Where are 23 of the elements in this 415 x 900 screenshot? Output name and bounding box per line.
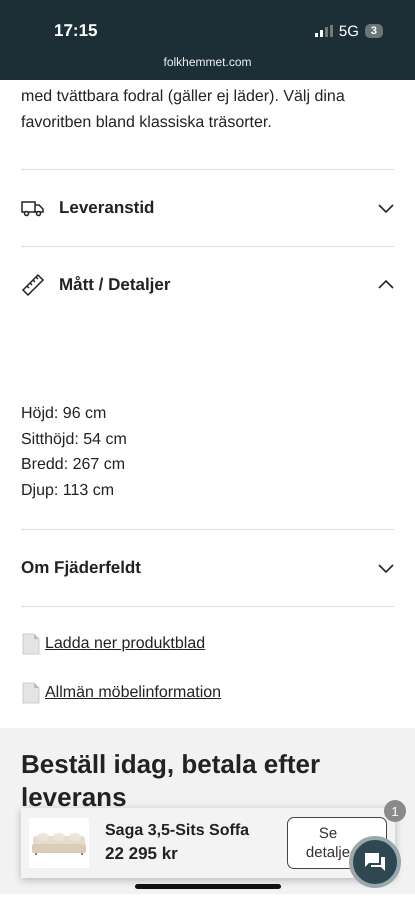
detail-text: Bredd: 267 cm xyxy=(21,455,126,475)
network-label: 5G xyxy=(338,22,359,40)
chat-icon xyxy=(364,851,386,873)
status-time: 17:15 xyxy=(54,21,98,41)
url-label: folkhemmet.com xyxy=(162,55,253,69)
promo-heading: Beställ idag, betala efter leverans xyxy=(21,748,321,814)
document-link[interactable]: Ladda ner produktblad xyxy=(21,633,394,655)
document-icon xyxy=(21,633,41,655)
accordion-title[interactable]: Mått / Detaljer xyxy=(59,275,364,295)
document-link[interactable]: Allmän möbelinformation xyxy=(21,682,394,704)
description-text: med tvättbara fodral (gäller ej läder). Välj dina xyxy=(21,87,346,107)
product-name: Saga 3,5-Sits Soffa xyxy=(105,822,250,840)
signal-icon xyxy=(314,25,333,37)
product-price: 22 295 kr xyxy=(105,844,179,864)
document-icon xyxy=(21,682,41,704)
accordion-title[interactable]: Om Fjäderfeldt xyxy=(21,558,364,578)
detail-text: Sitthöjd: 54 cm xyxy=(21,430,128,450)
description-text: favoritben bland klassiska träsorter. xyxy=(21,113,273,133)
detail-text: Djup: 113 cm xyxy=(21,480,116,500)
accordion-title[interactable]: Leveranstid xyxy=(59,198,364,218)
battery-indicator: 3 xyxy=(364,24,383,38)
ruler-icon xyxy=(21,273,45,297)
detail-text: Höjd: 96 cm xyxy=(21,404,108,424)
